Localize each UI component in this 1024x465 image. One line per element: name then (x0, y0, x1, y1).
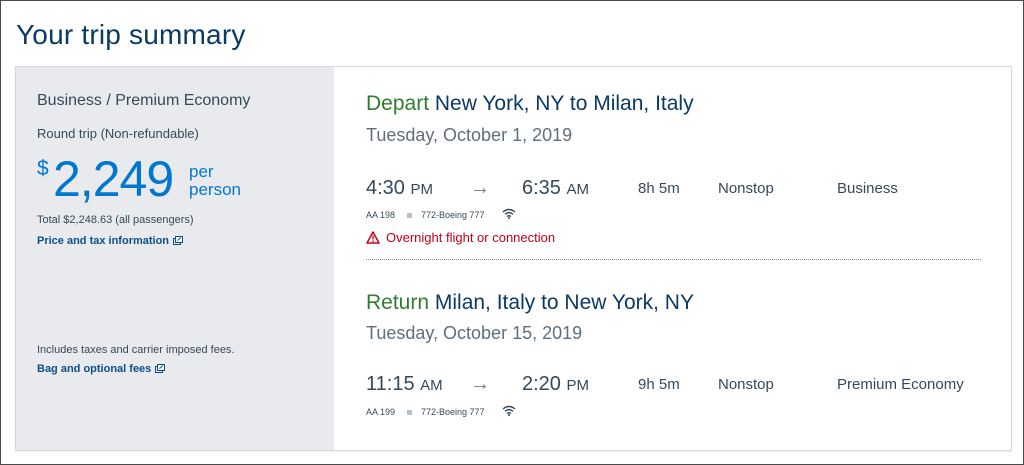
separator-dot (407, 410, 412, 415)
duration: 8h 5m (638, 180, 680, 197)
arrive-time: 2:20 PM (522, 373, 589, 395)
arrive-time: 6:35 AM (522, 177, 589, 199)
external-link-icon (173, 236, 184, 245)
segment-divider (366, 259, 981, 260)
page-title: Your trip summary (16, 19, 246, 50)
external-link-icon (155, 364, 166, 373)
depart-label: Depart (366, 92, 430, 115)
bag-fees-link[interactable]: Bag and optional fees (37, 363, 166, 375)
price-tax-info-link[interactable]: Price and tax information (37, 235, 184, 247)
page-frame: Your trip summary Business / Premium Eco… (0, 0, 1024, 465)
overnight-warning: Overnight flight or connection (366, 229, 555, 245)
fees-note: Includes taxes and carrier imposed fees. (37, 344, 235, 356)
right-arrow-icon: → (470, 373, 490, 395)
warning-text: Overnight flight or connection (386, 230, 556, 245)
aircraft: 772-Boeing 777 (421, 407, 485, 417)
return-heading: Return Milan, Italy to New York, NY (366, 291, 694, 315)
wifi-icon (502, 208, 516, 221)
depart-time-row: 4:30 PM → 6:35 AM 8h 5m Nonstop Business (366, 177, 1006, 203)
return-time-row: 11:15 AM → 2:20 PM 9h 5m Nonstop Premium… (366, 373, 1006, 399)
trip-type: Round trip (Non-refundable) (37, 126, 199, 141)
segment-cabin: Business (837, 180, 898, 197)
price-panel: Business / Premium Economy Round trip (N… (16, 67, 334, 450)
wifi-icon (502, 405, 516, 418)
depart-heading: Depart New York, NY to Milan, Italy (366, 92, 694, 116)
currency-symbol: $ (37, 157, 49, 180)
bag-fees-label: Bag and optional fees (37, 363, 152, 375)
total-price: Total $2,248.63 (all passengers) (37, 214, 194, 226)
duration: 9h 5m (638, 376, 680, 393)
aircraft: 772-Boeing 777 (421, 210, 485, 220)
return-route: Milan, Italy to New York, NY (434, 291, 694, 314)
warning-triangle-icon (366, 231, 380, 244)
price-amount: 2,249 (53, 151, 174, 207)
depart-route: New York, NY to Milan, Italy (434, 92, 694, 115)
separator-dot (407, 213, 412, 218)
flight-number: AA 199 (366, 407, 396, 417)
flight-number: AA 198 (366, 210, 396, 220)
return-date: Tuesday, October 15, 2019 (366, 323, 583, 343)
segment-cabin: Premium Economy (837, 376, 964, 393)
itinerary-panel: Depart New York, NY to Milan, Italy Tues… (334, 67, 1011, 450)
price-tax-info-label: Price and tax information (37, 235, 170, 247)
stops: Nonstop (718, 180, 774, 197)
trip-summary-card: Business / Premium Economy Round trip (N… (15, 66, 1012, 451)
depart-date: Tuesday, October 1, 2019 (366, 125, 573, 145)
depart-time: 11:15 AM (366, 373, 443, 395)
right-arrow-icon: → (470, 177, 490, 199)
return-label: Return (366, 291, 430, 314)
cabin-class: Business / Premium Economy (37, 92, 251, 109)
stops: Nonstop (718, 376, 774, 393)
depart-time: 4:30 PM (366, 177, 433, 199)
per-person-label: per person (189, 162, 241, 199)
